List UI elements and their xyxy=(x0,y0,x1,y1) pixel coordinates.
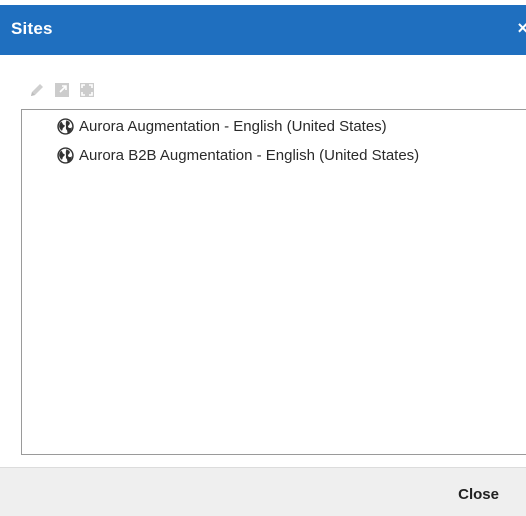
expand-icon xyxy=(80,83,94,97)
tree-item-aurora[interactable]: Aurora Augmentation - English (United St… xyxy=(57,115,387,137)
close-button[interactable]: Close xyxy=(458,486,499,503)
export-button[interactable] xyxy=(53,81,71,99)
sites-tree[interactable]: Aurora Augmentation - English (United St… xyxy=(21,109,526,455)
pencil-icon xyxy=(31,84,43,96)
dialog-titlebar: Sites × xyxy=(0,5,526,55)
edit-button[interactable] xyxy=(28,81,46,99)
export-icon xyxy=(55,83,69,97)
tree-item-label: Aurora Augmentation - English (United St… xyxy=(79,117,387,135)
toolbar xyxy=(28,80,96,100)
tree-item-label: Aurora B2B Augmentation - English (Unite… xyxy=(79,146,420,164)
close-icon[interactable]: × xyxy=(517,18,526,38)
tree-item-aurora-b2b[interactable]: Aurora B2B Augmentation - English (Unite… xyxy=(57,144,419,166)
globe-icon xyxy=(57,146,74,164)
dialog-footer: Close xyxy=(0,467,526,516)
globe-icon xyxy=(57,117,74,135)
expand-button[interactable] xyxy=(78,81,96,99)
dialog-title: Sites xyxy=(11,19,53,38)
